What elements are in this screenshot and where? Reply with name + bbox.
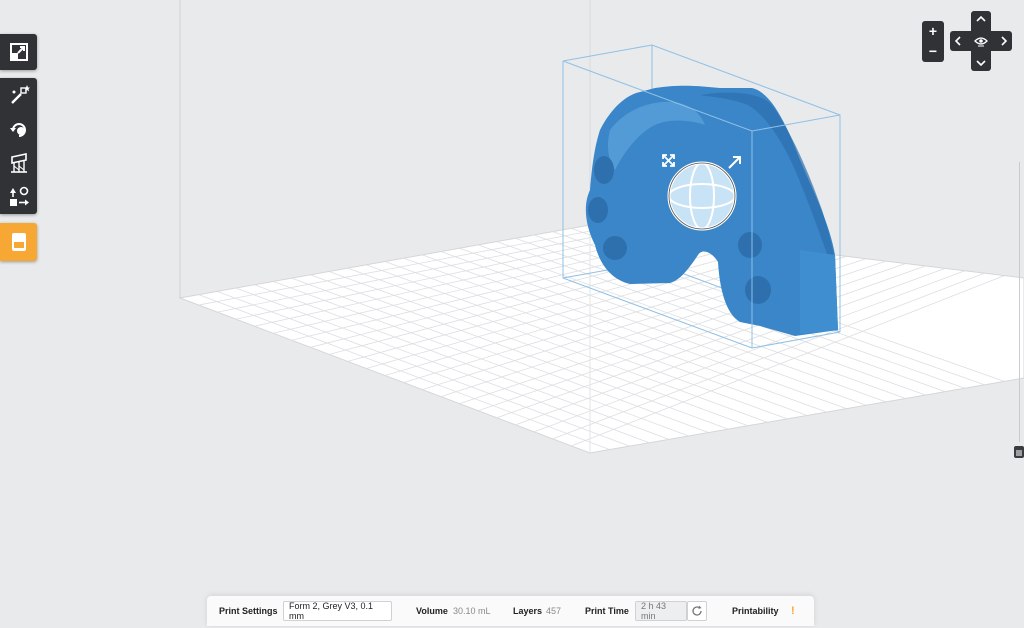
- status-bar: Print Settings Form 2, Grey V3, 0.1 mm V…: [207, 596, 814, 626]
- print-time-value: 2 h 43 min: [641, 601, 667, 621]
- volume-value: 30.10 mL: [453, 606, 491, 616]
- view-eye-icon: [974, 37, 988, 47]
- layout-icon: [9, 186, 29, 206]
- camera-pad-glyphs: [954, 15, 1008, 67]
- volume-label: Volume: [416, 606, 448, 616]
- printability-label: Printability: [732, 606, 779, 616]
- refresh-icon: [692, 605, 702, 616]
- edit-toolbar-group: [0, 78, 37, 214]
- supports-icon: [10, 153, 27, 173]
- menu-icon: [1016, 450, 1022, 456]
- print-settings-label: Print Settings: [219, 606, 278, 616]
- print-settings-value: Form 2, Grey V3, 0.1 mm: [289, 601, 374, 621]
- fit-to-view-button[interactable]: [0, 34, 37, 70]
- job-toolbar-group: [0, 223, 37, 261]
- printer-icon: [11, 233, 26, 251]
- scene-canvas: [178, 0, 1024, 454]
- side-panel-rail[interactable]: [1014, 162, 1024, 462]
- rotate-right-icon: [1001, 36, 1008, 46]
- print-time-label: Print Time: [585, 606, 629, 616]
- rotate-up-icon: [976, 15, 986, 22]
- 3d-viewport[interactable]: [0, 0, 1024, 623]
- print-settings-selector[interactable]: Form 2, Grey V3, 0.1 mm: [283, 601, 392, 621]
- rotate-left-icon: [954, 36, 961, 46]
- camera-pad: [950, 11, 1012, 71]
- rotation-gizmo[interactable]: [667, 161, 737, 231]
- printability-warning-icon[interactable]: !: [791, 596, 795, 626]
- print-job-button[interactable]: [0, 223, 37, 261]
- orientation-button[interactable]: [0, 112, 37, 146]
- layers-value: 457: [546, 606, 562, 616]
- rotate-icon: [9, 123, 26, 137]
- print-time-field: 2 h 43 min: [635, 601, 687, 621]
- magic-wand-icon: [10, 85, 30, 104]
- supports-button[interactable]: [0, 146, 37, 180]
- zoom-out-button[interactable]: −: [922, 41, 944, 61]
- layers-label: Layers: [513, 606, 543, 616]
- zoom-in-button[interactable]: +: [922, 21, 944, 41]
- recalculate-button[interactable]: [687, 601, 707, 621]
- rotate-down-icon: [976, 60, 986, 67]
- expand-icon: [9, 43, 28, 61]
- rail-line: [1019, 162, 1020, 442]
- side-panel-toggle[interactable]: [1014, 446, 1024, 458]
- layout-button[interactable]: [0, 180, 37, 214]
- one-click-print-button[interactable]: [0, 78, 37, 112]
- view-toolbar-group: [0, 34, 37, 70]
- zoom-controls: + −: [922, 21, 944, 62]
